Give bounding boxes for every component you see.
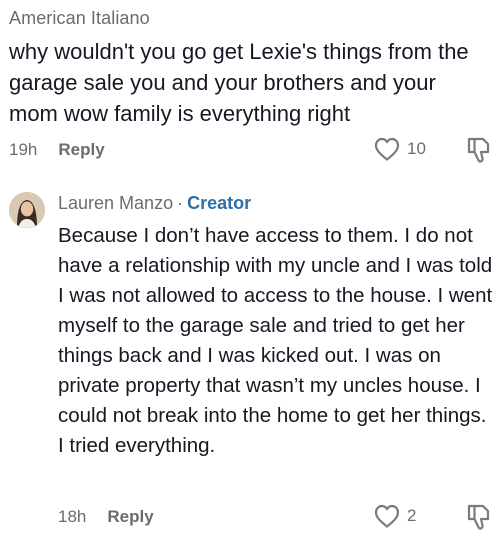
comment-header: Lauren Manzo · Creator — [58, 193, 251, 214]
reply-button[interactable]: Reply — [107, 507, 153, 527]
comment-time: 18h — [58, 507, 87, 526]
thumbs-down-icon — [467, 504, 490, 530]
like-count: 10 — [407, 139, 426, 158]
heart-outline-icon — [374, 504, 400, 528]
like-count: 2 — [407, 506, 417, 525]
creator-badge: Creator — [187, 193, 252, 213]
reply-button[interactable]: Reply — [58, 140, 104, 160]
heart-outline-icon — [374, 137, 400, 161]
comment-text: why wouldn't you go get Lexie's things f… — [9, 39, 469, 126]
like-button[interactable]: 10 — [373, 136, 426, 162]
dislike-button[interactable] — [464, 135, 492, 170]
comment-meta: 18h Reply — [58, 504, 154, 530]
comment-time: 19h — [9, 140, 38, 159]
comment-meta: 19h Reply — [9, 137, 105, 163]
comment-text: Because I don’t have access to them. I d… — [58, 224, 493, 457]
separator-dot: · — [177, 193, 184, 213]
like-button[interactable]: 2 — [373, 503, 416, 529]
dislike-button[interactable] — [464, 502, 492, 537]
comment-username[interactable]: American Italiano — [9, 8, 150, 29]
comment-username[interactable]: Lauren Manzo — [58, 193, 173, 213]
thumbs-down-icon — [467, 137, 490, 163]
avatar-image — [9, 192, 45, 228]
avatar[interactable] — [9, 192, 45, 228]
